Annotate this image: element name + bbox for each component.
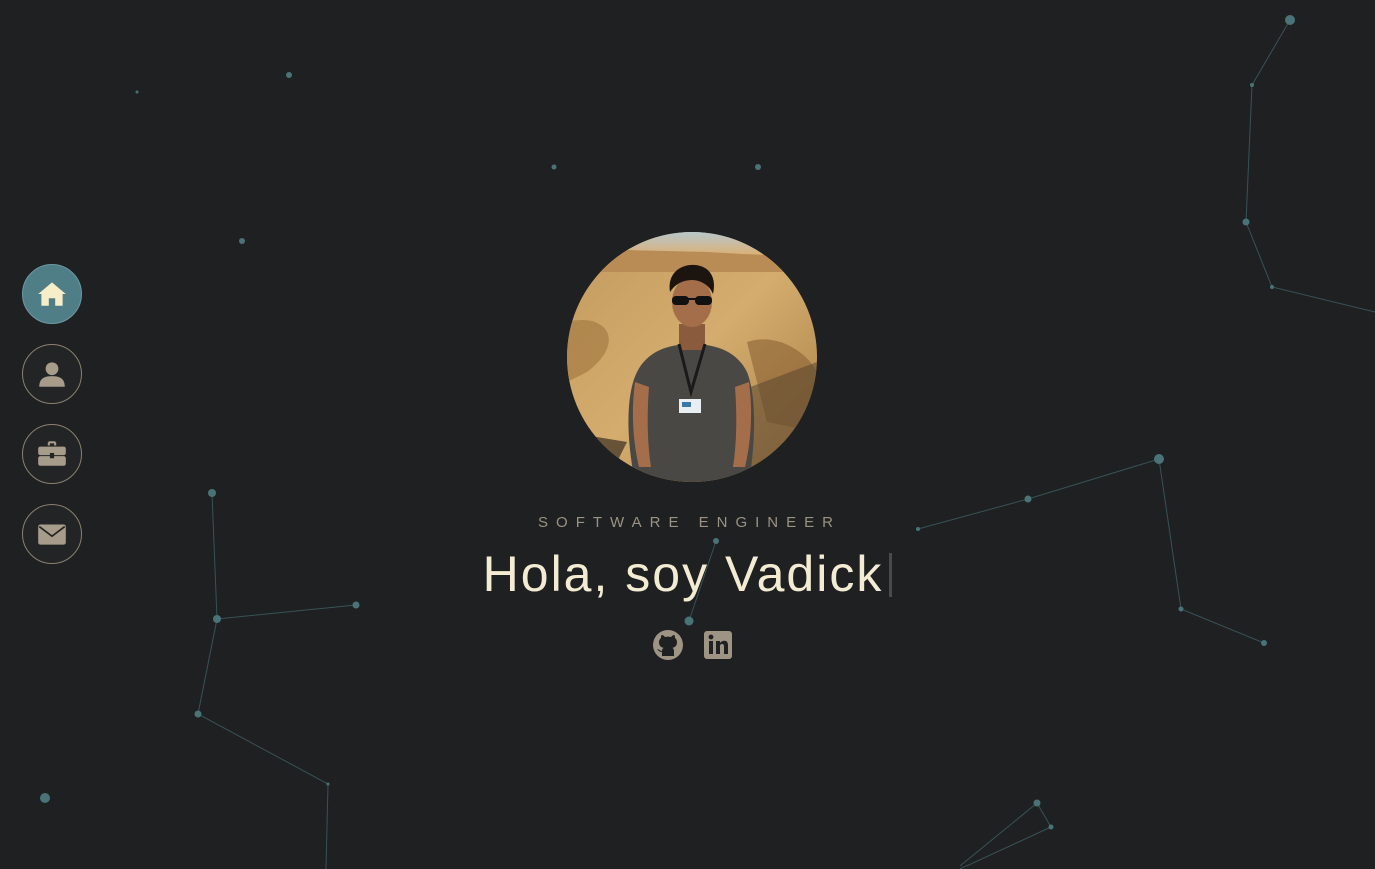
hero-headline: Hola, soy Vadick	[0, 544, 1375, 604]
linkedin-link[interactable]	[702, 629, 734, 661]
typing-caret	[889, 553, 893, 597]
hero-headline-text: Hola, soy Vadick	[482, 546, 884, 602]
github-icon	[653, 630, 683, 660]
hero-section: SOFTWARE ENGINEER Hola, soy Vadick	[0, 0, 1375, 869]
profile-photo-image	[567, 232, 817, 482]
hero-subtitle: SOFTWARE ENGINEER	[538, 514, 841, 531]
profile-photo	[567, 232, 817, 482]
page: SOFTWARE ENGINEER Hola, soy Vadick	[0, 0, 1375, 869]
github-link[interactable]	[652, 629, 684, 661]
linkedin-icon	[704, 631, 732, 659]
social-links	[652, 629, 734, 661]
